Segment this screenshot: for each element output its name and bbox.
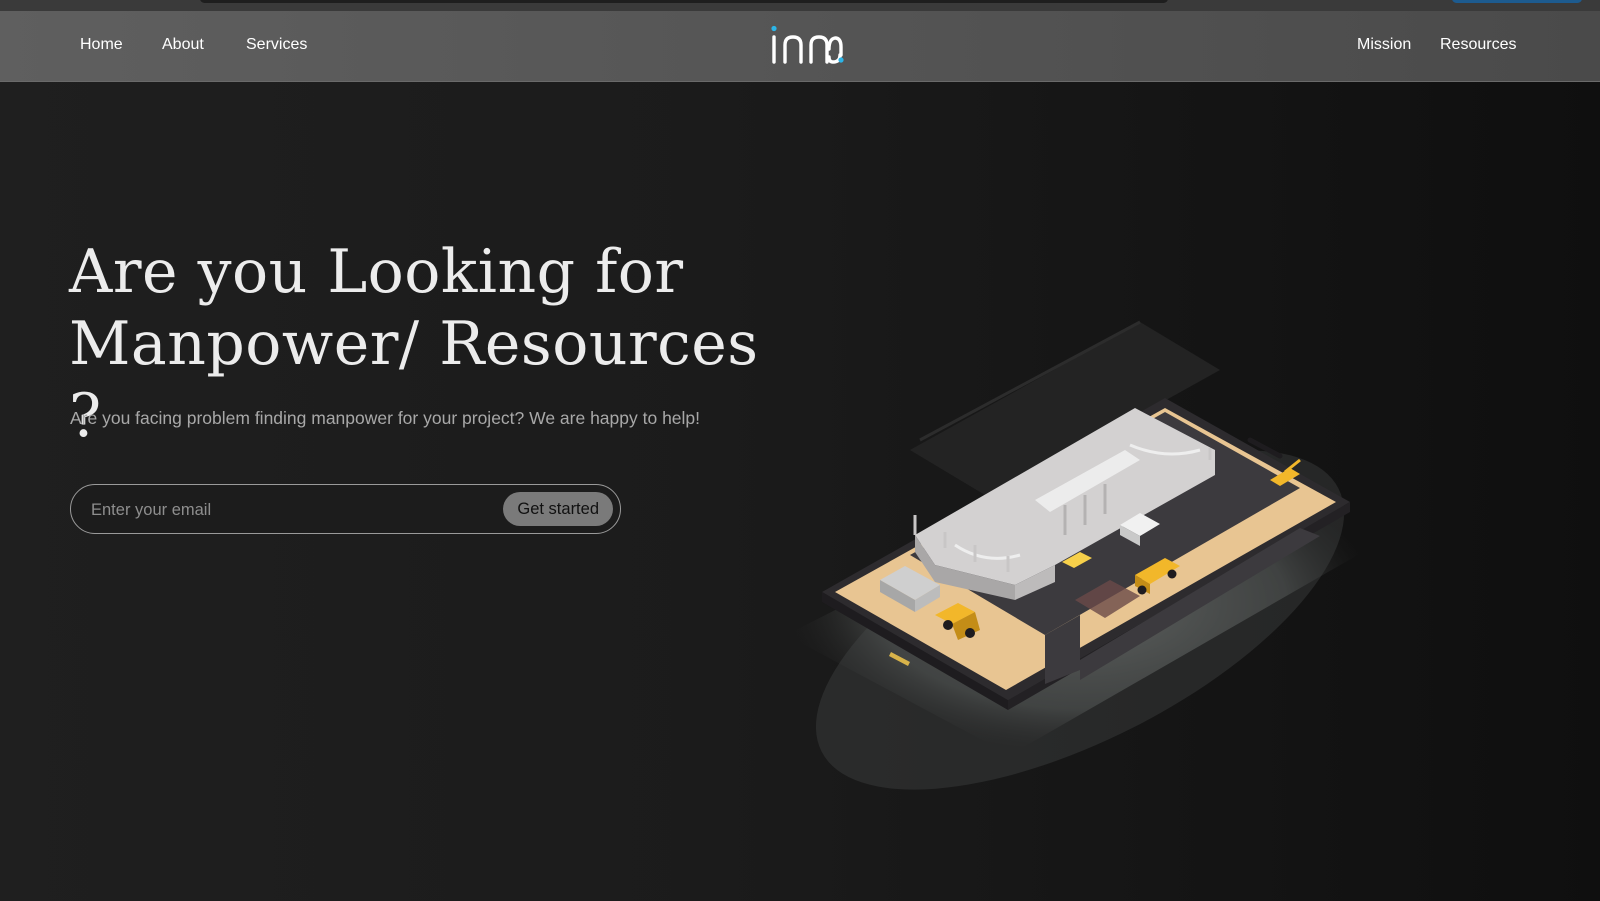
- email-signup-form: Get started: [70, 484, 621, 534]
- hero-title-line-1: Are you Looking for: [69, 237, 684, 307]
- nav-about-link[interactable]: About: [162, 36, 204, 54]
- construction-site-phone-illustration-icon: [786, 320, 1375, 790]
- address-bar-edge: [200, 0, 1168, 3]
- get-started-button[interactable]: Get started: [503, 492, 613, 526]
- nav-home-link[interactable]: Home: [80, 36, 123, 54]
- nav-services-link[interactable]: Services: [246, 36, 307, 54]
- navbar: Home About Services inna Mission Resourc…: [0, 11, 1600, 82]
- email-input[interactable]: [89, 493, 463, 527]
- hero-subtitle: Are you facing problem finding manpower …: [70, 408, 701, 428]
- inna-logo-icon[interactable]: inna: [769, 25, 845, 67]
- browser-action-edge: [1452, 0, 1582, 3]
- nav-mission-link[interactable]: Mission: [1357, 36, 1411, 54]
- browser-top-strip: [0, 0, 1600, 11]
- nav-resources-link[interactable]: Resources: [1440, 36, 1516, 54]
- landing-page: Home About Services inna Mission Resourc…: [0, 0, 1600, 901]
